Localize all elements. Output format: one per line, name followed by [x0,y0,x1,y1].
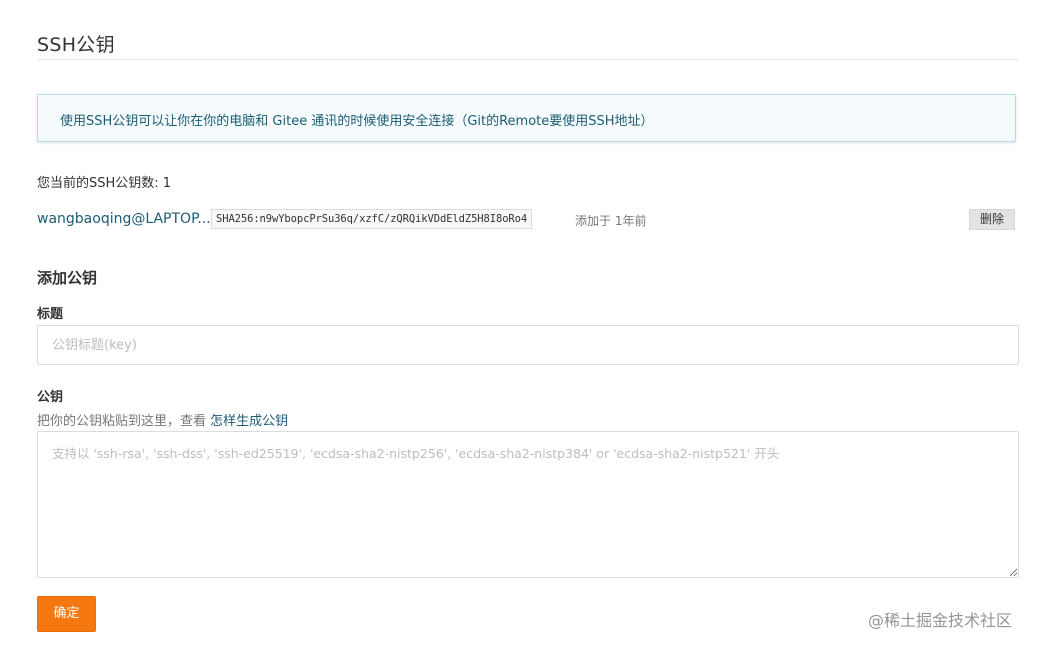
how-to-generate-key-link[interactable]: 怎样生成公钥 [210,414,288,429]
key-hint-text: 把你的公钥粘贴到这里，查看 [37,414,211,429]
ssh-key-name-link[interactable]: wangbaoqing@LAPTOP... [37,211,211,227]
key-title-input[interactable] [37,325,1019,365]
ssh-key-added-time: 添加于 1年前 [575,214,647,228]
ssh-key-fingerprint: SHA256:n9wYbopcPrSu36q/xzfC/zQRQikVDdEld… [211,209,533,229]
title-divider [37,59,1019,60]
title-field-label: 标题 [37,307,64,322]
confirm-button[interactable]: 确定 [37,596,96,632]
page-title: SSH公钥 [37,34,115,56]
public-key-textarea[interactable] [37,431,1019,578]
key-hint: 把你的公钥粘贴到这里，查看 怎样生成公钥 [37,410,288,429]
key-field-label: 公钥 [37,390,64,405]
info-notice: 使用SSH公钥可以让你在你的电脑和 Gitee 通讯的时候使用安全连接（Git的… [37,94,1016,142]
info-notice-text: 使用SSH公钥可以让你在你的电脑和 Gitee 通讯的时候使用安全连接（Git的… [60,114,654,129]
add-key-heading: 添加公钥 [37,269,98,287]
ssh-key-count: 您当前的SSH公钥数: 1 [37,176,172,191]
watermark-text: @稀土掘金技术社区 [868,611,1013,630]
delete-key-button[interactable]: 删除 [969,209,1015,230]
ssh-keys-page: SSH公钥 使用SSH公钥可以让你在你的电脑和 Gitee 通讯的时候使用安全连… [0,0,1051,647]
ssh-key-row: wangbaoqing@LAPTOP... SHA256:n9wYbopcPrS… [37,208,1017,232]
